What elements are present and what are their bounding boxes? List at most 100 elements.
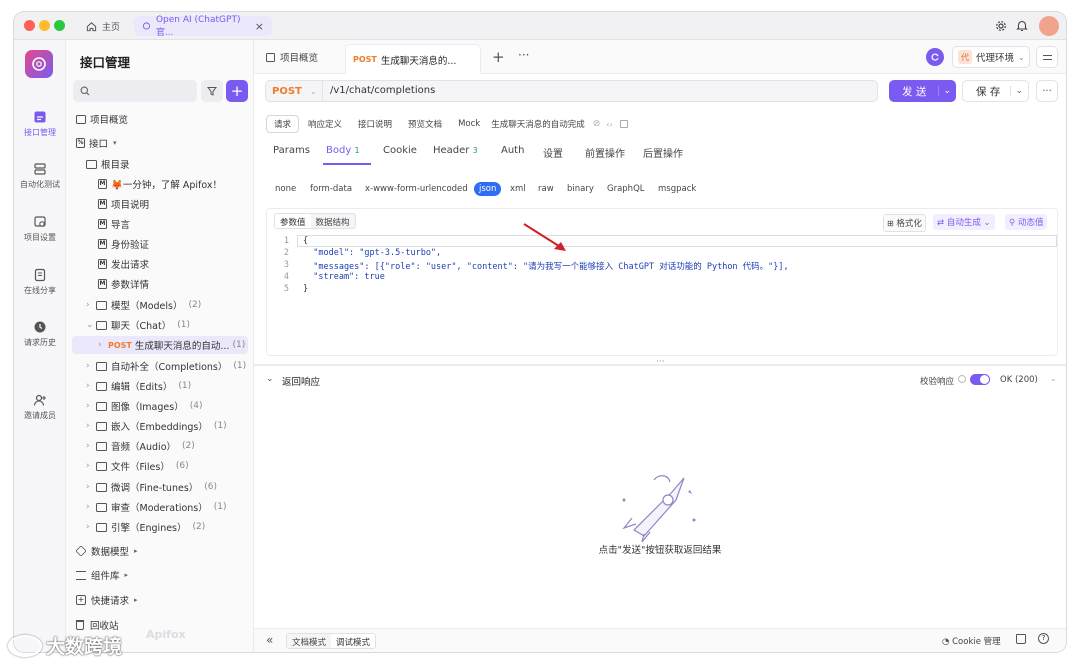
subnav-api-description[interactable]: 接口说明 bbox=[351, 115, 399, 133]
tab-post-operations[interactable]: 后置操作 bbox=[643, 145, 683, 160]
body-type-urlencoded[interactable]: x-www-form-urlencoded bbox=[365, 184, 468, 194]
minimize-window-button[interactable] bbox=[39, 20, 50, 31]
tree-item-doc[interactable]: M 发出请求 bbox=[98, 255, 149, 273]
validate-toggle[interactable] bbox=[970, 374, 990, 385]
tree-folder-completions[interactable]: › 自动补全（Completions） (1) bbox=[86, 357, 246, 375]
code-icon[interactable]: ‹› bbox=[606, 120, 612, 129]
cookie-manager-button[interactable]: ◔ Cookie 管理 bbox=[942, 635, 1001, 647]
subnav-response-definition[interactable]: 响应定义 bbox=[301, 115, 349, 133]
auto-generate-button[interactable]: ⇄ 自动生成 ⌄ bbox=[933, 214, 995, 230]
tree-folder-images[interactable]: › 图像（Images） (4) bbox=[86, 397, 202, 415]
tree-search-input[interactable] bbox=[73, 80, 197, 102]
shirt-icon[interactable] bbox=[1016, 634, 1026, 644]
response-status-select[interactable]: OK (200) bbox=[1000, 375, 1038, 385]
bell-icon[interactable] bbox=[1016, 19, 1028, 32]
tree-folder-moderations[interactable]: › 审查（Moderations） (1) bbox=[86, 498, 227, 516]
save-button[interactable]: 保 存 ⌄ bbox=[962, 80, 1029, 102]
panel-icon[interactable] bbox=[619, 120, 628, 128]
method-select[interactable]: POST ⌄ bbox=[266, 81, 323, 101]
tab-cookie[interactable]: Cookie bbox=[383, 145, 417, 156]
doc-mode-button[interactable]: 文档模式 bbox=[287, 634, 331, 648]
env-sync-button[interactable] bbox=[926, 48, 944, 66]
help-circle-icon[interactable]: ? bbox=[1038, 633, 1049, 644]
tree-item-doc[interactable]: M 身份验证 bbox=[98, 235, 149, 253]
rail-item-automation[interactable]: 自动化测试 bbox=[14, 162, 66, 190]
collapse-sidebar-icon[interactable]: « bbox=[266, 633, 273, 647]
body-type-none[interactable]: none bbox=[275, 184, 296, 194]
body-type-json[interactable]: json bbox=[474, 182, 502, 196]
subnav-request[interactable]: 请求 bbox=[266, 115, 300, 133]
dynamic-value-button[interactable]: ⚲ 动态值 bbox=[1005, 214, 1048, 230]
tab-project-overview[interactable]: 项目概览 bbox=[254, 40, 344, 74]
app-logo[interactable] bbox=[25, 50, 53, 78]
more-actions-button[interactable]: ··· bbox=[1036, 80, 1058, 102]
settings-gear-icon[interactable] bbox=[995, 20, 1007, 32]
tree-item-label: 项目概览 bbox=[90, 115, 129, 126]
new-tab-icon[interactable]: + bbox=[492, 48, 505, 66]
tree-endpoint-selected[interactable]: › POST 生成聊天消息的自动... (1) bbox=[72, 336, 248, 354]
tree-folder-files[interactable]: › 文件（Files） (6) bbox=[86, 457, 189, 475]
tree-item-root-folder[interactable]: 根目录 bbox=[86, 155, 130, 173]
maximize-window-button[interactable] bbox=[54, 20, 65, 31]
more-tabs-icon[interactable]: ··· bbox=[518, 48, 529, 62]
tree-folder-chat[interactable]: ⌄ 聊天（Chat） (1) bbox=[86, 316, 190, 334]
chevron-down-icon[interactable]: ⌄ bbox=[266, 374, 274, 384]
tree-section-data-models[interactable]: 数据模型 ▸ bbox=[75, 542, 138, 560]
tree-section-components[interactable]: 组件库 ▸ bbox=[76, 566, 128, 584]
tree-item-api-root[interactable]: % 接口 ▾ bbox=[76, 134, 117, 152]
rail-item-online-share[interactable]: 在线分享 bbox=[14, 268, 66, 296]
tree-filter-button[interactable] bbox=[201, 80, 223, 102]
debug-mode-button[interactable]: 调试模式 bbox=[331, 634, 376, 648]
close-tab-icon[interactable]: × bbox=[255, 20, 264, 33]
body-type-graphql[interactable]: GraphQL bbox=[607, 184, 645, 194]
close-window-button[interactable] bbox=[24, 20, 35, 31]
tree-folder-engines[interactable]: › 引擎（Engines） (2) bbox=[86, 518, 205, 536]
body-type-xml[interactable]: xml bbox=[510, 184, 526, 194]
send-button[interactable]: 发 送 ⌄ bbox=[889, 80, 956, 102]
tree-item-doc[interactable]: M 🦊一分钟，了解 Apifox！ bbox=[98, 175, 222, 193]
tab-settings[interactable]: 设置 bbox=[543, 145, 563, 160]
json-editor: 参数值 数据结构 ⊞ 格式化 ⇄ 自动生成 ⌄ ⚲ 动态值 1 2 3 4 5 … bbox=[266, 208, 1058, 356]
tree-section-quick-requests[interactable]: + 快捷请求 ▸ bbox=[76, 591, 138, 609]
rail-item-invite-members[interactable]: 邀请成员 bbox=[14, 393, 66, 421]
tree-item-doc[interactable]: M 项目说明 bbox=[98, 195, 149, 213]
body-type-raw[interactable]: raw bbox=[538, 184, 554, 194]
mode-param-values[interactable]: 参数值 bbox=[275, 214, 311, 228]
mode-data-structure[interactable]: 数据结构 bbox=[311, 214, 355, 228]
tab-pre-operations[interactable]: 前置操作 bbox=[585, 145, 625, 160]
project-tab[interactable]: Open AI (ChatGPT) 官... × bbox=[134, 15, 272, 38]
tree-item-doc[interactable]: M 导言 bbox=[98, 215, 130, 233]
rail-item-project-settings[interactable]: 项目设置 bbox=[14, 215, 66, 243]
tab-header[interactable]: Header 3 bbox=[433, 145, 478, 156]
rail-item-api-management[interactable]: 接口管理 bbox=[14, 110, 66, 138]
tree-item-overview[interactable]: 项目概览 bbox=[76, 110, 128, 128]
link-icon[interactable]: ⊘ bbox=[593, 119, 601, 129]
tree-folder-audio[interactable]: › 音频（Audio） (2) bbox=[86, 437, 195, 455]
tree-folder-embeddings[interactable]: › 嵌入（Embeddings） (1) bbox=[86, 417, 227, 435]
tab-active-endpoint[interactable]: POST 生成聊天消息的... bbox=[345, 44, 481, 74]
tree-add-button[interactable]: + bbox=[226, 80, 248, 102]
home-tab[interactable]: 主页 bbox=[78, 16, 128, 36]
body-type-form-data[interactable]: form-data bbox=[310, 184, 352, 194]
environment-select[interactable]: 代 代理环境 ⌄ bbox=[952, 46, 1030, 68]
main-menu-button[interactable] bbox=[1036, 46, 1058, 68]
tree-item-doc[interactable]: M 参数详情 bbox=[98, 275, 149, 293]
drag-handle-icon[interactable]: ··· bbox=[656, 357, 665, 367]
code-area[interactable]: 1 2 3 4 5 { "model": "gpt-3.5-turbo", "m… bbox=[267, 235, 1057, 355]
rail-item-request-history[interactable]: 请求历史 bbox=[14, 320, 66, 348]
tree-folder-edits[interactable]: › 编辑（Edits） (1) bbox=[86, 377, 191, 395]
subnav-mock[interactable]: Mock bbox=[451, 115, 487, 133]
url-input[interactable]: /v1/chat/completions bbox=[330, 85, 435, 96]
tab-auth[interactable]: Auth bbox=[501, 145, 524, 156]
format-button[interactable]: ⊞ 格式化 bbox=[883, 214, 926, 232]
tab-body[interactable]: Body 1 bbox=[326, 145, 360, 156]
tab-params[interactable]: Params bbox=[273, 145, 310, 156]
subnav-preview-doc[interactable]: 预览文档 bbox=[401, 115, 449, 133]
body-type-msgpack[interactable]: msgpack bbox=[658, 184, 696, 194]
body-type-binary[interactable]: binary bbox=[567, 184, 594, 194]
tree-folder-fine-tunes[interactable]: › 微调（Fine-tunes） (6) bbox=[86, 478, 217, 496]
magic-wand-icon: ⚲ bbox=[1009, 218, 1016, 228]
tree-item-label: 身份验证 bbox=[111, 240, 150, 251]
tree-folder-models[interactable]: › 模型（Models） (2) bbox=[86, 296, 201, 314]
user-avatar[interactable] bbox=[1039, 16, 1059, 36]
